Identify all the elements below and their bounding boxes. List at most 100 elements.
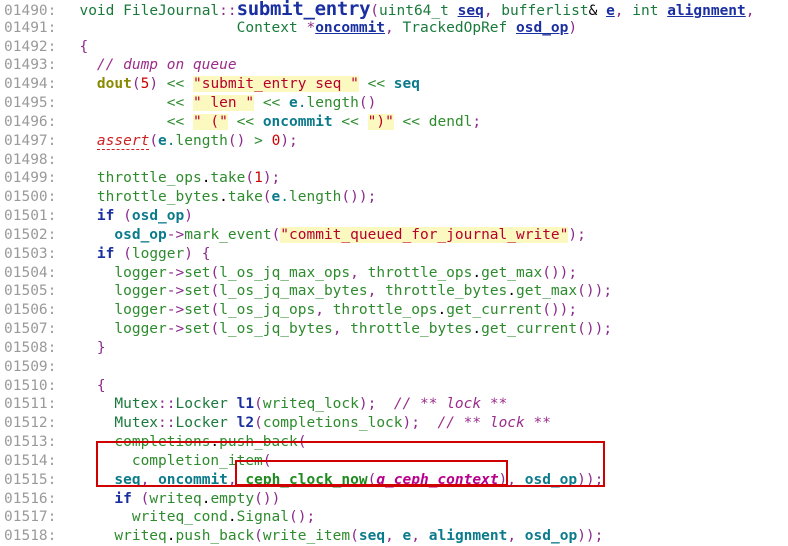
line-content[interactable]: { — [62, 377, 788, 396]
punctuation-token: ) — [498, 471, 508, 488]
line-content[interactable]: throttle_ops.take(1); — [62, 169, 788, 188]
code-line[interactable]: 01493: // dump on queue — [0, 56, 788, 75]
line-content[interactable]: assert(e.length() > 0); — [62, 132, 788, 151]
line-number: 01517: — [4, 509, 57, 526]
code-line[interactable]: 01511: Mutex::Locker l1(writeq_lock); //… — [0, 395, 788, 414]
code-line[interactable]: 01510: { — [0, 377, 788, 396]
line-content[interactable]: completions.push_back( — [62, 433, 788, 452]
line-content[interactable]: dout(5) << "submit_entry seq " << seq — [62, 75, 788, 94]
code-line[interactable]: 01513: completions.push_back( — [0, 433, 788, 452]
line-content[interactable]: { — [62, 38, 788, 57]
code-line[interactable]: 01496: << " (" << oncommit << ")" << den… — [0, 113, 788, 132]
punctuation-token: , — [507, 528, 517, 545]
line-content[interactable]: Mutex::Locker l1(writeq_lock); // ** loc… — [62, 395, 788, 414]
line-content[interactable]: << " (" << oncommit << ")" << dendl; — [62, 113, 788, 132]
code-line[interactable]: 01508: } — [0, 339, 788, 358]
comment-token: // ** lock ** — [437, 415, 551, 432]
code-text: . — [219, 189, 228, 206]
code-line[interactable]: 01500: throttle_bytes.take(e.length()); — [0, 188, 788, 207]
punctuation-token: ); — [402, 415, 420, 432]
punctuation-token: ( — [210, 302, 220, 319]
punctuation-token: :: — [158, 396, 176, 413]
code-line[interactable]: 01517: writeq_cond.Signal(); — [0, 508, 788, 527]
code-line[interactable]: 01501: if (osd_op) — [0, 207, 788, 226]
line-content[interactable]: seq, oncommit, ceph_clock_now(g_ceph_con… — [62, 471, 788, 490]
code-text: . — [472, 264, 482, 281]
punctuation-token: (); — [289, 509, 316, 526]
operator-token: << — [341, 113, 359, 130]
line-content[interactable]: logger->set(l_os_jq_bytes, throttle_byte… — [62, 320, 788, 339]
punctuation-token: ); — [280, 132, 298, 149]
line-number: 01508: — [4, 339, 57, 356]
punctuation-token: , — [507, 471, 517, 488]
macro-constant-token: g_ceph_context — [376, 471, 499, 488]
number-token: 5 — [140, 76, 150, 93]
line-content[interactable]: completion_item( — [62, 452, 788, 471]
code-line[interactable]: 01497: assert(e.length() > 0); — [0, 132, 788, 151]
code-line[interactable]: 01495: << " len " << e.length() — [0, 94, 788, 113]
line-content[interactable]: logger->set(l_os_jq_ops, throttle_ops.ge… — [62, 301, 788, 320]
function-call-token: throttle_ops — [96, 170, 202, 187]
dout-macro-token: dout — [96, 76, 132, 93]
line-content[interactable]: throttle_bytes.take(e.length()); — [62, 188, 788, 207]
punctuation-token: -> — [166, 321, 185, 338]
line-content[interactable]: Mutex::Locker l2(completions_lock); // *… — [62, 414, 788, 433]
line-content[interactable]: logger->set(l_os_jq_max_bytes, throttle_… — [62, 282, 788, 301]
variable-token: e — [271, 189, 281, 206]
code-line[interactable]: 01509: — [0, 358, 788, 377]
line-content[interactable]: << " len " << e.length() — [62, 94, 788, 113]
variable-token: osd_op — [131, 208, 185, 225]
code-line[interactable]: 01506: logger->set(l_os_jq_ops, throttle… — [0, 301, 788, 320]
function-call-token: take — [210, 170, 246, 187]
line-content[interactable]: if (osd_op) — [62, 207, 788, 226]
code-line[interactable]: 01494: dout(5) << "submit_entry seq " <<… — [0, 75, 788, 94]
code-line[interactable]: 01514: completion_item( — [0, 452, 788, 471]
code-line[interactable]: 01512: Mutex::Locker l2(completions_lock… — [0, 414, 788, 433]
parameter-declaration-token: alignment — [667, 3, 746, 19]
code-line[interactable]: 01505: logger->set(l_os_jq_max_bytes, th… — [0, 282, 788, 301]
line-content[interactable]: logger->set(l_os_jq_max_ops, throttle_op… — [62, 264, 788, 283]
code-line[interactable]: 01518: writeq.push_back(write_item(seq, … — [0, 527, 788, 546]
line-content[interactable]: void FileJournal::submit_entry(uint64_t … — [62, 0, 788, 21]
code-line[interactable]: 01491: Context *oncommit, TrackedOpRef o… — [0, 19, 788, 38]
line-content[interactable]: osd_op->mark_event("commit_queued_for_jo… — [62, 226, 788, 245]
code-line[interactable]: 01490: void FileJournal::submit_entry(ui… — [0, 0, 788, 19]
code-line[interactable]: 01498: — [0, 151, 788, 170]
code-line[interactable]: 01503: if (logger) { — [0, 245, 788, 264]
code-line[interactable]: 01502: osd_op->mark_event("commit_queued… — [0, 226, 788, 245]
code-line[interactable]: 01499: throttle_ops.take(1); — [0, 169, 788, 188]
line-number: 01515: — [4, 471, 57, 488]
code-listing[interactable]: 01490: void FileJournal::submit_entry(ui… — [0, 0, 788, 546]
function-call-token: length — [289, 189, 342, 206]
line-content[interactable]: writeq_cond.Signal(); — [62, 508, 788, 527]
code-line[interactable]: 01504: logger->set(l_os_jq_max_ops, thro… — [0, 264, 788, 283]
line-content[interactable]: Context *oncommit, TrackedOpRef osd_op) — [62, 19, 788, 38]
punctuation-token: , — [745, 3, 755, 19]
line-content[interactable]: writeq.push_back(write_item(seq, e, alig… — [62, 527, 788, 546]
variable-token: e — [402, 528, 412, 545]
code-line[interactable]: 01507: logger->set(l_os_jq_bytes, thrott… — [0, 320, 788, 339]
code-viewer[interactable]: 01490: void FileJournal::submit_entry(ui… — [0, 0, 788, 546]
operator-token: > — [254, 132, 263, 149]
line-number: 01504: — [4, 264, 57, 281]
function-call-token: set — [184, 283, 211, 300]
code-line[interactable]: 01516: if (writeq.empty()) — [0, 490, 788, 509]
line-content[interactable]: if (writeq.empty()) — [62, 490, 788, 509]
line-content[interactable]: if (logger) { — [62, 245, 788, 264]
keyword-token: if — [114, 490, 132, 507]
punctuation-token: -> — [166, 302, 185, 319]
line-content[interactable]: // dump on queue — [62, 56, 788, 75]
code-line[interactable]: 01492: { — [0, 38, 788, 57]
code-line[interactable]: 01515: seq, oncommit, ceph_clock_now(g_c… — [0, 471, 788, 490]
line-number: 01507: — [4, 321, 57, 338]
line-content[interactable]: } — [62, 339, 788, 358]
